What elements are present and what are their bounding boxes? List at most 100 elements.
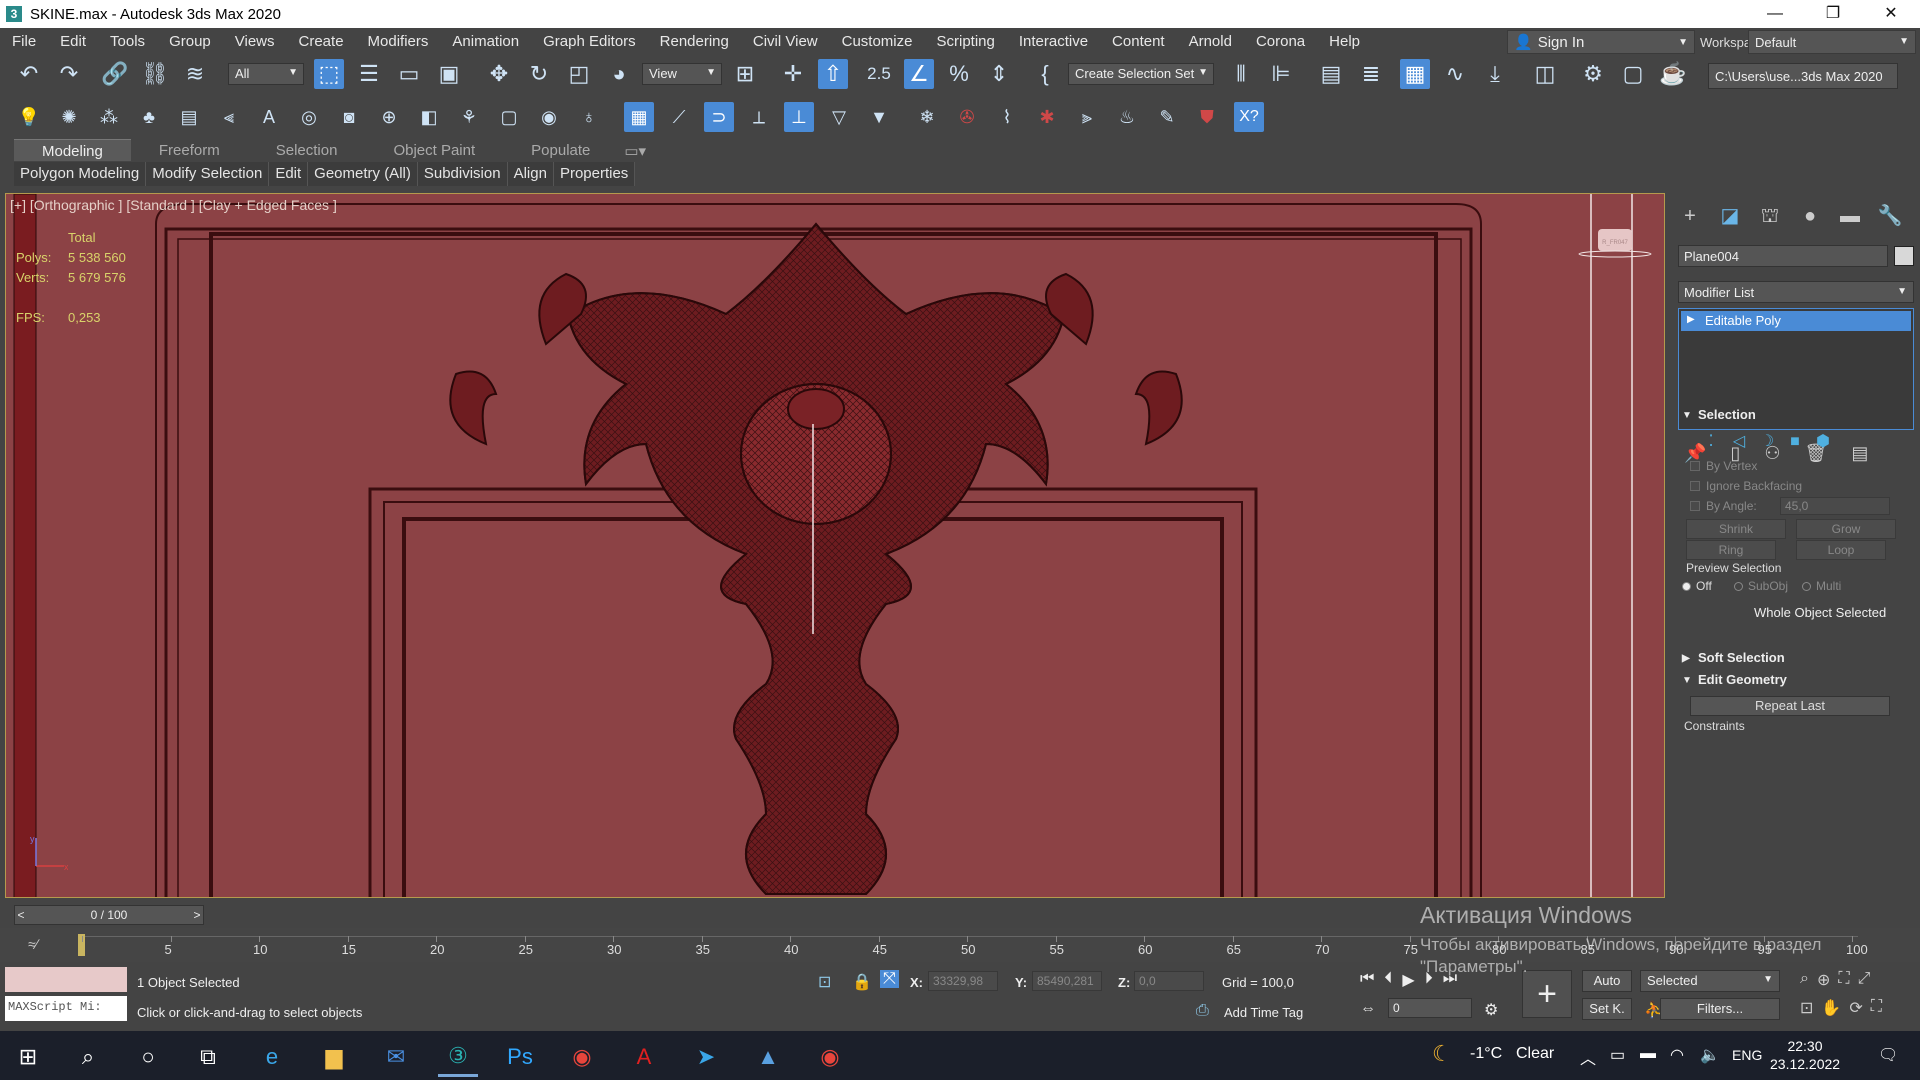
polygon-icon[interactable]: ■: [1784, 431, 1806, 453]
box-icon[interactable]: ◙: [334, 102, 364, 132]
edge-tool-icon[interactable]: ⟋: [664, 102, 694, 132]
pivot-center-icon[interactable]: ⊞: [730, 59, 760, 89]
rendered-frame-window-icon[interactable]: ▢: [1618, 59, 1648, 89]
light-icon[interactable]: 💡: [14, 102, 44, 132]
named-selection-dropdown[interactable]: Create Selection Set ▼: [1068, 63, 1214, 85]
display-tab-icon[interactable]: ▬: [1835, 203, 1865, 229]
snap-grid-icon[interactable]: ▦: [624, 102, 654, 132]
sign-in-dropdown[interactable]: 👤 Sign In ▼: [1507, 30, 1695, 54]
tray-chevron-icon[interactable]: ︿: [1580, 1045, 1596, 1069]
panel-edit[interactable]: Edit: [269, 162, 309, 186]
stack-item-editable-poly[interactable]: ▶ Editable Poly: [1681, 311, 1911, 331]
ribbon-options-icon[interactable]: ▭▾: [618, 139, 652, 161]
menu-scripting[interactable]: Scripting: [924, 33, 1006, 50]
reference-coord-dropdown[interactable]: View ▼: [642, 63, 722, 85]
z-coord-field[interactable]: 0,0: [1134, 971, 1204, 991]
wifi-icon[interactable]: ◠: [1670, 1045, 1684, 1065]
repeat-last-button[interactable]: Repeat Last: [1690, 696, 1890, 716]
menu-edit[interactable]: Edit: [48, 33, 98, 50]
motion-tab-icon[interactable]: ●: [1795, 203, 1825, 229]
maxscript-mini-listener[interactable]: MAXScript Mi:: [5, 996, 127, 1021]
chrome-icon[interactable]: ◉: [562, 1037, 602, 1077]
filter-icon[interactable]: ▼: [864, 102, 894, 132]
sun-icon[interactable]: ✺: [54, 102, 84, 132]
tab-populate[interactable]: Populate: [503, 139, 618, 161]
menu-arnold[interactable]: Arnold: [1177, 33, 1244, 50]
cluster-icon[interactable]: ⚘: [454, 102, 484, 132]
shield-icon[interactable]: ⛊: [1192, 102, 1222, 132]
create-tab-icon[interactable]: +: [1675, 203, 1705, 229]
rotate-icon[interactable]: ↻: [524, 59, 554, 89]
mirror-icon[interactable]: ⫴: [1226, 59, 1256, 89]
tab-selection[interactable]: Selection: [248, 139, 366, 161]
prev-frame-arrow[interactable]: <: [13, 906, 29, 924]
menu-help[interactable]: Help: [1317, 33, 1372, 50]
mirror-tool-icon[interactable]: ⫸: [1072, 102, 1102, 132]
keyboard-shortcut-override-icon[interactable]: ⇧: [818, 59, 848, 89]
render-production-icon[interactable]: ☕: [1658, 59, 1688, 89]
add-time-tag[interactable]: Add Time Tag: [1224, 1005, 1303, 1020]
loop-button[interactable]: Loop: [1796, 540, 1886, 560]
bind-space-warp-icon[interactable]: ≋: [180, 59, 210, 89]
scene-explorer-icon[interactable]: ▤: [1316, 59, 1346, 89]
material-editor-icon[interactable]: ◫: [1530, 59, 1560, 89]
preview-subobj-radio[interactable]: SubObj: [1734, 579, 1788, 593]
spinner-snap-icon[interactable]: ⇕: [984, 59, 1014, 89]
menu-rendering[interactable]: Rendering: [648, 33, 741, 50]
taskbar-clock[interactable]: 22:30 23.12.2022: [1770, 1037, 1840, 1073]
scale-icon[interactable]: ◰: [564, 59, 594, 89]
teapot-icon[interactable]: ♨: [1112, 102, 1142, 132]
torus-icon[interactable]: ◎: [294, 102, 324, 132]
menu-customize[interactable]: Customize: [830, 33, 925, 50]
grow-button[interactable]: Grow: [1796, 519, 1896, 539]
y-coord-field[interactable]: 85490,281: [1032, 971, 1102, 991]
menu-animation[interactable]: Animation: [440, 33, 531, 50]
key-filters-button[interactable]: Filters...: [1660, 998, 1780, 1020]
spline-icon[interactable]: ⌇: [992, 102, 1022, 132]
percent-snap-icon[interactable]: %: [944, 59, 974, 89]
border-icon[interactable]: ☽: [1756, 431, 1778, 453]
windows-start-icon[interactable]: ⊞: [8, 1037, 48, 1077]
rollout-selection[interactable]: ▼ Selection: [1678, 407, 1914, 427]
ribbon-toggle-icon[interactable]: ▦: [1400, 59, 1430, 89]
file-explorer-icon[interactable]: ▆: [314, 1037, 354, 1077]
particle-icon[interactable]: ⁂: [94, 102, 124, 132]
set-key-button[interactable]: Set K.: [1582, 998, 1632, 1020]
panel-geometry-all[interactable]: Geometry (All): [308, 162, 418, 186]
maxscript-listener-swatch[interactable]: [5, 967, 127, 992]
time-tag-icon[interactable]: ⎙: [1196, 1002, 1209, 1020]
by-angle-checkbox[interactable]: By Angle:: [1690, 499, 1757, 513]
eye-icon[interactable]: ◉: [534, 102, 564, 132]
pan-icon[interactable]: ✋: [1821, 998, 1841, 1018]
workspaces-dropdown[interactable]: Default ▼: [1748, 30, 1916, 54]
menu-file[interactable]: File: [0, 33, 48, 50]
edit-named-selection-icon[interactable]: {: [1030, 59, 1060, 89]
layer-explorer-icon[interactable]: ≣: [1356, 59, 1386, 89]
x-coord-field[interactable]: 33329,98: [928, 971, 998, 991]
ignore-backfacing-checkbox[interactable]: Ignore Backfacing: [1690, 479, 1802, 493]
panel-properties[interactable]: Properties: [554, 162, 636, 186]
viewport-label[interactable]: [+] [Orthographic ] [Standard ] [Clay + …: [10, 197, 337, 213]
tree-icon[interactable]: ♣: [134, 102, 164, 132]
snowflake-icon[interactable]: ❄: [912, 102, 942, 132]
battery-icon[interactable]: ▬: [1640, 1045, 1656, 1063]
rect-selection-icon[interactable]: ▭: [394, 59, 424, 89]
bug-icon[interactable]: ✱: [1032, 102, 1062, 132]
shrink-button[interactable]: Shrink: [1686, 519, 1786, 539]
curve-editor-icon[interactable]: ∿: [1440, 59, 1470, 89]
menu-views[interactable]: Views: [223, 33, 287, 50]
object-color-swatch[interactable]: [1894, 246, 1914, 266]
hierarchy-tab-icon[interactable]: ⛫: [1755, 203, 1785, 229]
rollout-edit-geometry[interactable]: ▼ Edit Geometry: [1678, 672, 1914, 692]
preview-off-radio[interactable]: Off: [1682, 579, 1712, 593]
modifier-list-dropdown[interactable]: Modifier List ▼: [1678, 281, 1914, 303]
select-manipulate-icon[interactable]: ✛: [778, 59, 808, 89]
stairs-icon[interactable]: ⫷: [214, 102, 244, 132]
menu-content[interactable]: Content: [1100, 33, 1177, 50]
maximize-button[interactable]: ❐: [1804, 0, 1862, 28]
device-icon[interactable]: ▭: [1610, 1045, 1625, 1065]
grid-icon[interactable]: ⊕: [374, 102, 404, 132]
time-slider[interactable]: < 0 / 100 >: [14, 905, 204, 925]
menu-tools[interactable]: Tools: [98, 33, 157, 50]
line-tool-icon[interactable]: ⟂: [744, 102, 774, 132]
